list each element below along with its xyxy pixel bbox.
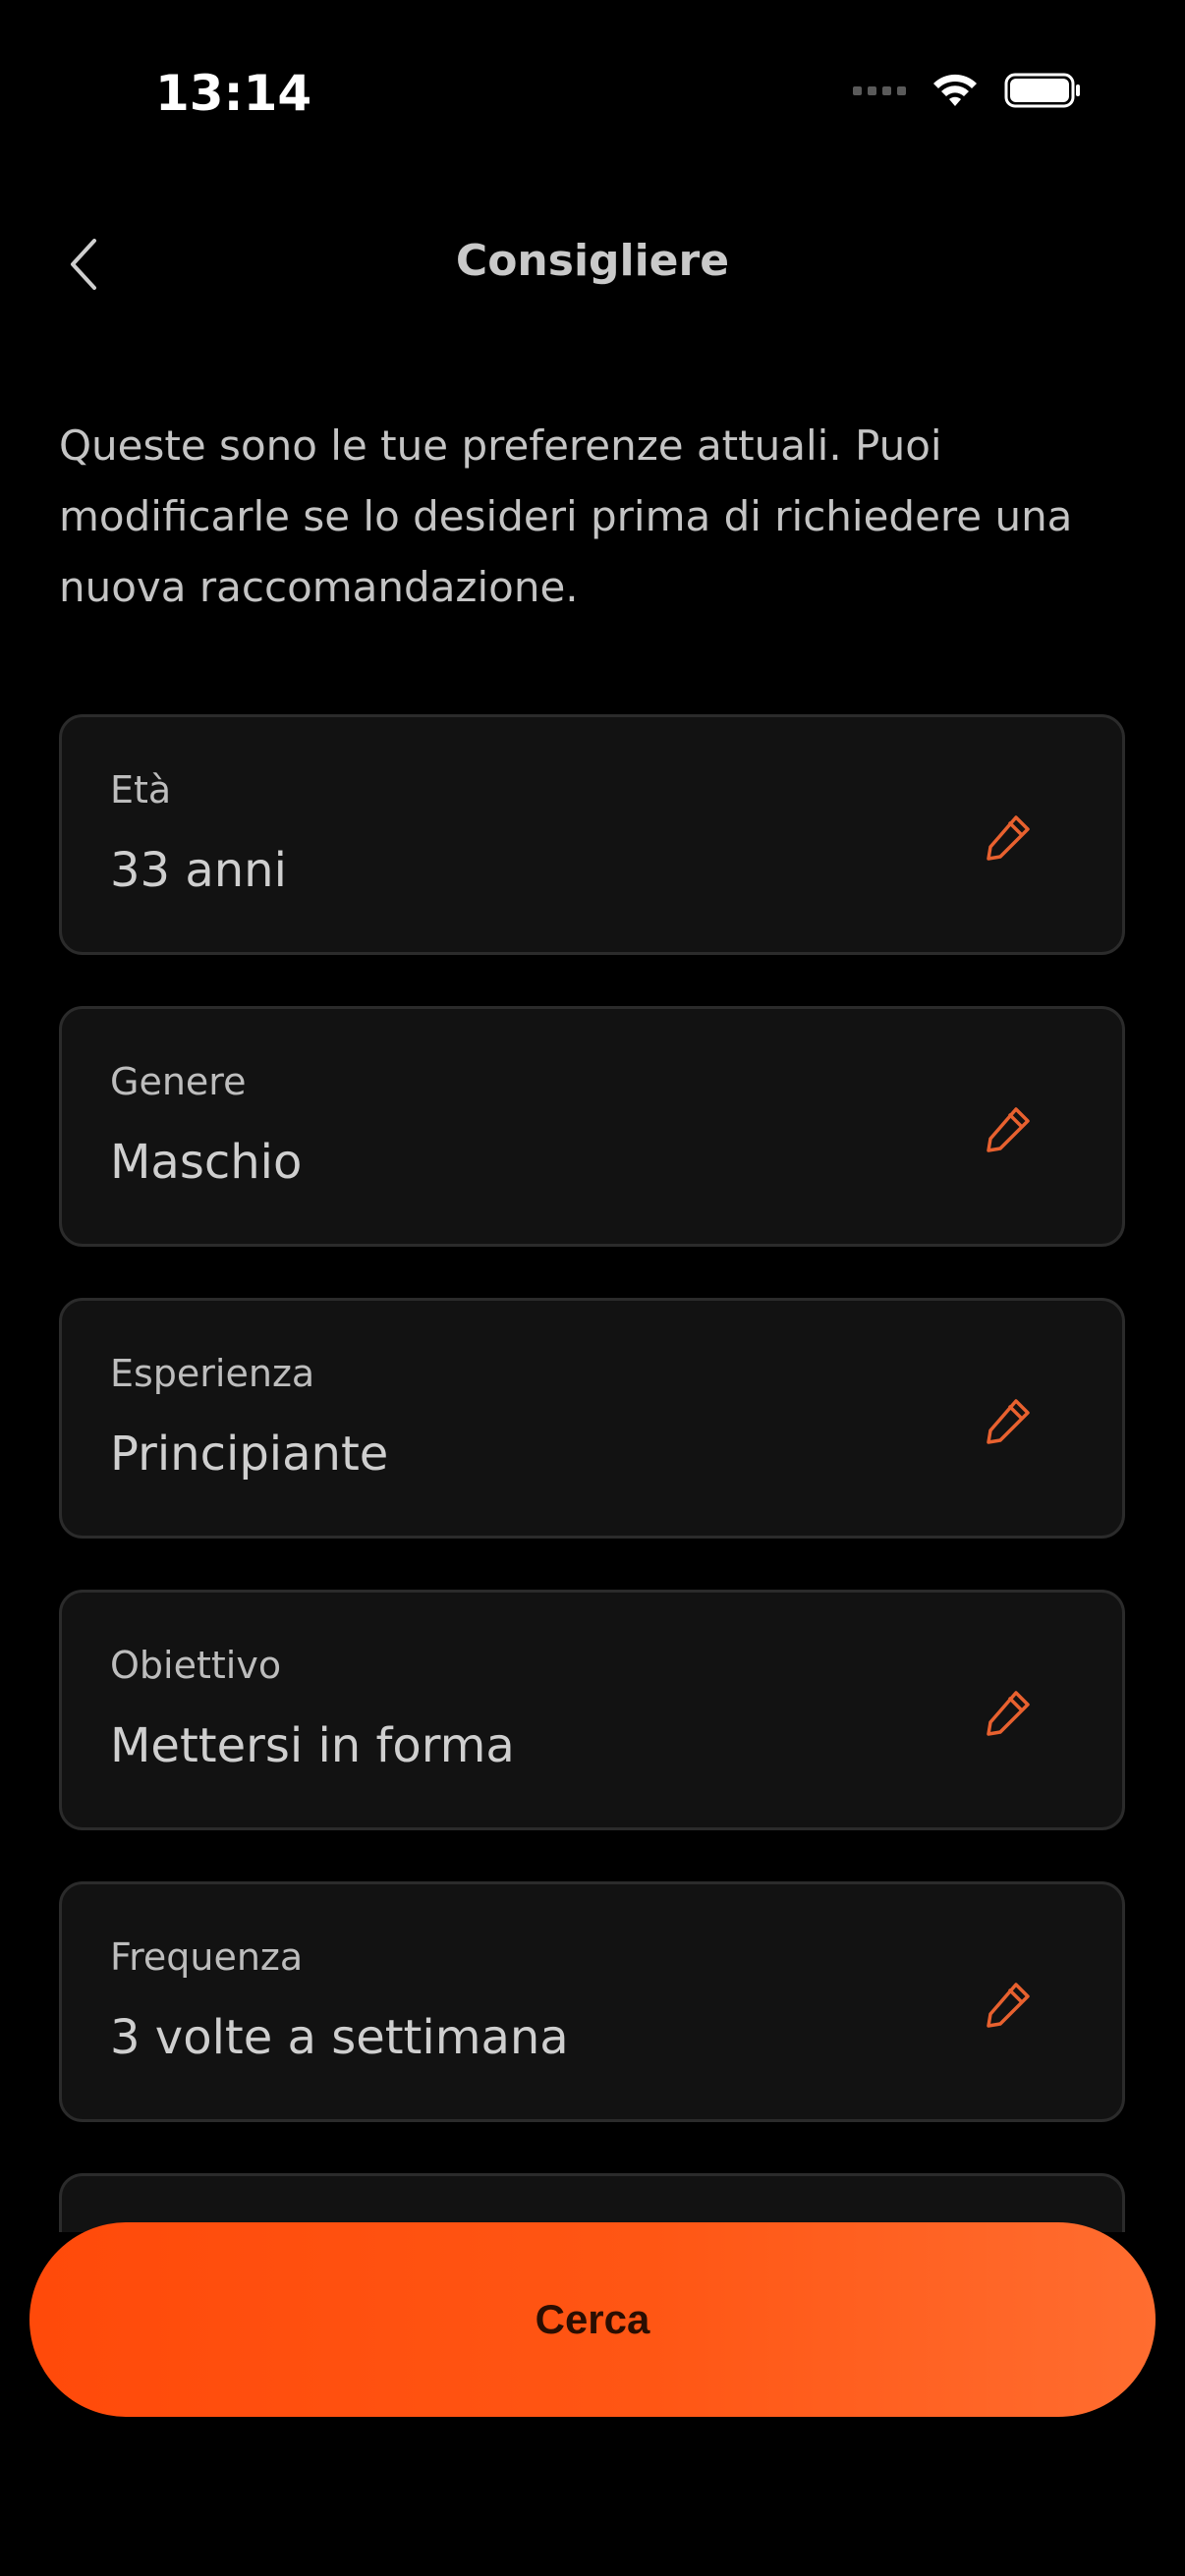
preference-card-experience[interactable]: Esperienza Principiante [59, 1298, 1125, 1539]
status-bar: 13:14 [0, 0, 1185, 196]
status-icons [853, 71, 1083, 110]
preference-label: Esperienza [110, 1352, 315, 1395]
preference-value: Principiante [110, 1427, 389, 1482]
search-button[interactable]: Cerca [29, 2222, 1156, 2417]
wifi-icon [933, 74, 977, 106]
preference-card-age[interactable]: Età 33 anni [59, 714, 1125, 955]
search-button-label: Cerca [535, 2296, 650, 2342]
pencil-edit-icon[interactable] [981, 810, 1036, 865]
status-time: 13:14 [155, 65, 312, 122]
preference-card-gender[interactable]: Genere Maschio [59, 1006, 1125, 1247]
preference-card-frequency[interactable]: Frequenza 3 volte a settimana [59, 1881, 1125, 2122]
preference-label: Frequenza [110, 1935, 304, 1979]
intro-text: Queste sono le tue preferenze attuali. P… [59, 421, 1073, 611]
preference-value: Maschio [110, 1135, 303, 1190]
preference-value: Mettersi in forma [110, 1718, 515, 1773]
pencil-edit-icon[interactable] [981, 1393, 1036, 1448]
preference-label: Età [110, 768, 172, 812]
page-title: Consigliere [455, 236, 730, 286]
header: Consigliere [0, 216, 1185, 314]
cellular-signal-icon [853, 85, 906, 95]
preference-label: Genere [110, 1060, 247, 1103]
battery-icon [1004, 73, 1080, 108]
preferences-list: Età 33 anni Genere Maschio Esperienza Pr… [59, 714, 1125, 2283]
pencil-edit-icon[interactable] [981, 1685, 1036, 1740]
preference-value: 33 anni [110, 843, 287, 898]
preference-card-goal[interactable]: Obiettivo Mettersi in forma [59, 1590, 1125, 1830]
preference-label: Obiettivo [110, 1644, 282, 1687]
pencil-edit-icon[interactable] [981, 1101, 1036, 1156]
preference-value: 3 volte a settimana [110, 2010, 569, 2065]
pencil-edit-icon[interactable] [981, 1977, 1036, 2032]
